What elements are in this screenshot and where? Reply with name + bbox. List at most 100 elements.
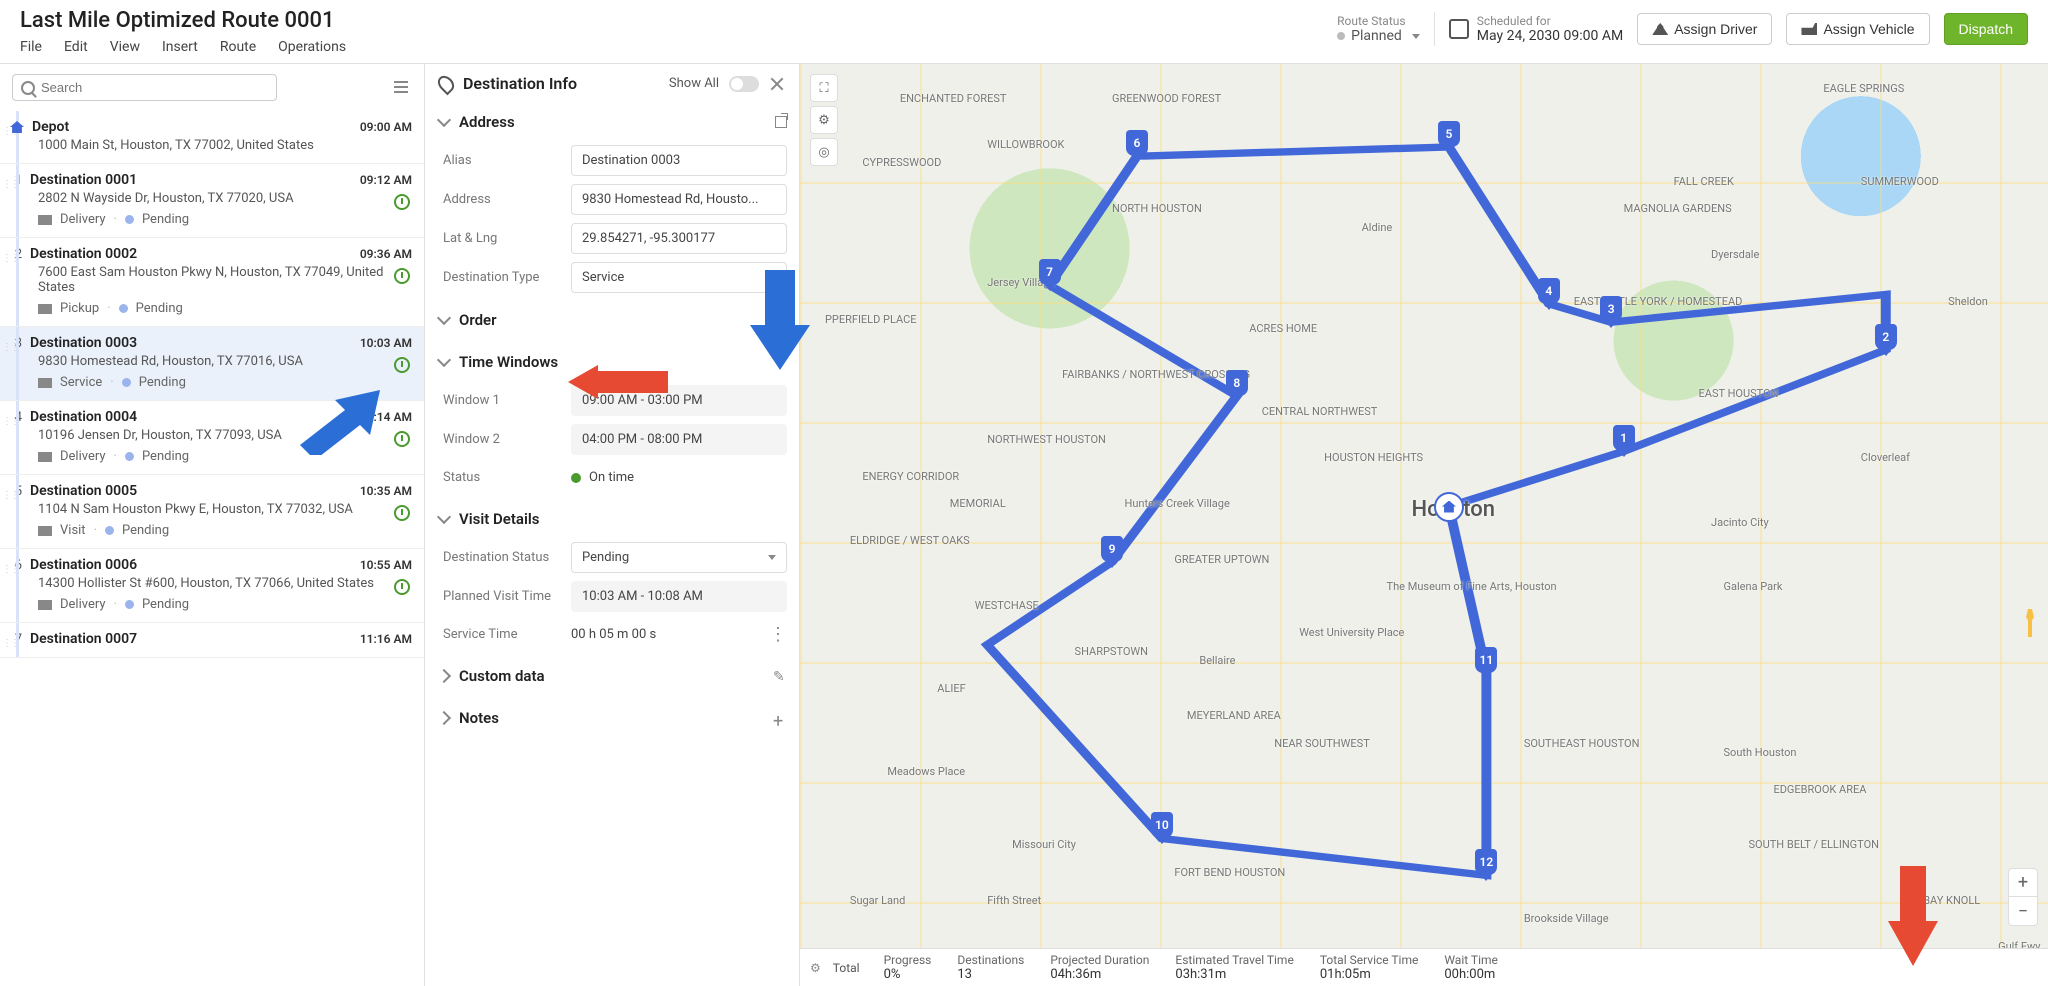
map-area-label: GREATER UPTOWN — [1174, 553, 1269, 566]
stop-item[interactable]: 5Destination 000510:35 AM 1104 N Sam Hou… — [0, 475, 424, 549]
menu-file[interactable]: File — [20, 39, 42, 55]
section-custom-data[interactable]: Custom data ✎ — [439, 657, 795, 695]
map[interactable]: Houston CYPRESSWOODENCHANTED FORESTGREEN… — [800, 64, 2048, 986]
search-icon — [21, 81, 35, 95]
stop-item[interactable]: 1Destination 000109:12 AM 2802 N Wayside… — [0, 164, 424, 238]
gear-icon[interactable]: ⚙ — [810, 106, 838, 134]
menu-insert[interactable]: Insert — [162, 39, 198, 55]
drag-handle-icon[interactable] — [2, 487, 8, 497]
service-time-field: 00 h 05 m 00 s — [571, 620, 769, 649]
map-marker[interactable]: 7 — [1039, 259, 1061, 285]
stop-status: Pending — [142, 212, 189, 227]
zoom-out-button[interactable]: − — [2009, 897, 2037, 925]
show-all-toggle[interactable] — [729, 76, 759, 92]
stops-list[interactable]: Depot09:00 AM 1000 Main St, Houston, TX … — [0, 111, 424, 986]
search-box[interactable] — [12, 74, 277, 101]
map-marker[interactable]: 8 — [1226, 370, 1248, 396]
stop-name: Depot — [32, 119, 69, 135]
drag-handle-icon[interactable] — [2, 339, 8, 349]
map-area-label: SUMMERWOOD — [1861, 175, 1939, 188]
stop-item[interactable]: 6Destination 000610:55 AM 14300 Holliste… — [0, 549, 424, 623]
dots-vertical-icon[interactable]: ⋮ — [769, 630, 787, 639]
menu-route[interactable]: Route — [220, 39, 256, 55]
external-link-icon[interactable] — [775, 116, 787, 128]
map-area-label: SHARPSTOWN — [1075, 645, 1149, 658]
route-title: Last Mile Optimized Route 0001 — [20, 8, 1337, 33]
assign-driver-button[interactable]: Assign Driver — [1637, 13, 1772, 45]
time-window-icon — [394, 194, 410, 210]
map-marker[interactable]: 6 — [1126, 130, 1148, 156]
target-icon[interactable]: ◎ — [810, 138, 838, 166]
dest-status-select[interactable]: Pending — [571, 542, 787, 573]
close-icon[interactable] — [769, 76, 785, 92]
stop-type: Delivery — [60, 212, 106, 227]
section-notes[interactable]: Notes + — [439, 699, 795, 737]
map-marker[interactable]: 12 — [1475, 849, 1497, 875]
map-area-label: Bellaire — [1199, 654, 1235, 667]
map-area-label: EAST HOUSTON — [1699, 387, 1779, 400]
window2-field: 04:00 PM - 08:00 PM — [571, 424, 787, 455]
map-marker[interactable]: 9 — [1101, 536, 1123, 562]
drag-handle-icon[interactable] — [2, 250, 8, 260]
drag-handle-icon[interactable] — [2, 561, 8, 571]
map-area-label: WILLOWBROOK — [987, 138, 1064, 151]
map-area-label: FAIRBANKS / NORTHWEST CROSSING — [1062, 368, 1250, 381]
stop-type: Service — [60, 375, 102, 390]
latlng-field[interactable]: 29.854271, -95.300177 — [571, 223, 787, 254]
map-marker[interactable]: 4 — [1538, 278, 1560, 304]
map-area-label: HOUSTON HEIGHTS — [1324, 451, 1423, 464]
stop-item[interactable]: Depot09:00 AM 1000 Main St, Houston, TX … — [0, 111, 424, 164]
stop-name: Destination 0005 — [30, 483, 137, 499]
map-area-label: SOUTH BELT / ELLINGTON — [1748, 838, 1879, 851]
drag-handle-icon[interactable] — [2, 635, 8, 645]
drag-handle-icon[interactable] — [2, 413, 8, 423]
drag-handle-icon[interactable] — [2, 123, 8, 133]
footer-stat: Destinations13 — [957, 953, 1024, 982]
map-marker[interactable]: 11 — [1475, 647, 1497, 673]
assign-vehicle-button[interactable]: Assign Vehicle — [1786, 13, 1929, 45]
section-address[interactable]: Address — [439, 103, 795, 141]
pencil-icon[interactable]: ✎ — [773, 669, 787, 683]
map-area-label: Meadows Place — [887, 765, 965, 778]
map-area-label: Hunters Creek Village — [1124, 497, 1229, 510]
menu-operations[interactable]: Operations — [278, 39, 346, 55]
map-area-label: West University Place — [1299, 626, 1404, 639]
annotation-arrow — [290, 385, 380, 455]
map-area-label: Sheldon — [1948, 295, 1988, 308]
menu-view[interactable]: View — [110, 39, 140, 55]
map-area-label: Aldine — [1362, 221, 1393, 234]
footer-stat: Total Service Time01h:05m — [1320, 953, 1419, 982]
map-marker[interactable]: 10 — [1151, 812, 1173, 838]
fullscreen-icon[interactable]: ⛶ — [810, 74, 838, 102]
map-marker[interactable]: 2 — [1875, 324, 1897, 350]
map-area-label: The Museum of Fine Arts, Houston — [1387, 580, 1557, 593]
stop-item[interactable]: 2Destination 000209:36 AM 7600 East Sam … — [0, 238, 424, 327]
map-marker[interactable]: 1 — [1613, 425, 1635, 451]
map-area-label: ELDRIDGE / WEST OAKS — [850, 534, 970, 547]
section-visit-details[interactable]: Visit Details — [439, 500, 795, 538]
sort-icon[interactable] — [394, 81, 412, 95]
map-area-label: PPERFIELD PLACE — [825, 313, 917, 326]
map-area-label: Missouri City — [1012, 838, 1076, 851]
drag-handle-icon[interactable] — [2, 176, 8, 186]
menu-edit[interactable]: Edit — [64, 39, 88, 55]
stop-item[interactable]: 7Destination 000711:16 AM — [0, 623, 424, 658]
route-status[interactable]: Route Status Planned — [1337, 14, 1420, 44]
map-marker[interactable]: 5 — [1438, 121, 1460, 147]
stop-status: Pending — [136, 301, 183, 316]
map-marker[interactable]: 3 — [1600, 296, 1622, 322]
zoom-in-button[interactable]: + — [2009, 869, 2037, 897]
address-field[interactable]: 9830 Homestead Rd, Housto... — [571, 184, 787, 215]
detail-title: Destination Info — [463, 74, 577, 93]
section-order[interactable]: Order — [439, 301, 795, 339]
caret-down-icon — [768, 555, 776, 560]
depot-marker[interactable] — [1434, 492, 1464, 522]
plus-icon[interactable]: + — [773, 711, 787, 725]
gear-icon[interactable]: ⚙ — [810, 961, 821, 975]
dispatch-button[interactable]: Dispatch — [1944, 13, 2028, 45]
search-input[interactable] — [41, 80, 268, 95]
map-area-label: MAGNOLIA GARDENS — [1624, 202, 1732, 215]
alias-field[interactable]: Destination 0003 — [571, 145, 787, 176]
scheduled-block[interactable]: Scheduled for May 24, 2030 09:00 AM — [1449, 14, 1623, 44]
topbar: Last Mile Optimized Route 0001 File Edit… — [0, 0, 2048, 64]
